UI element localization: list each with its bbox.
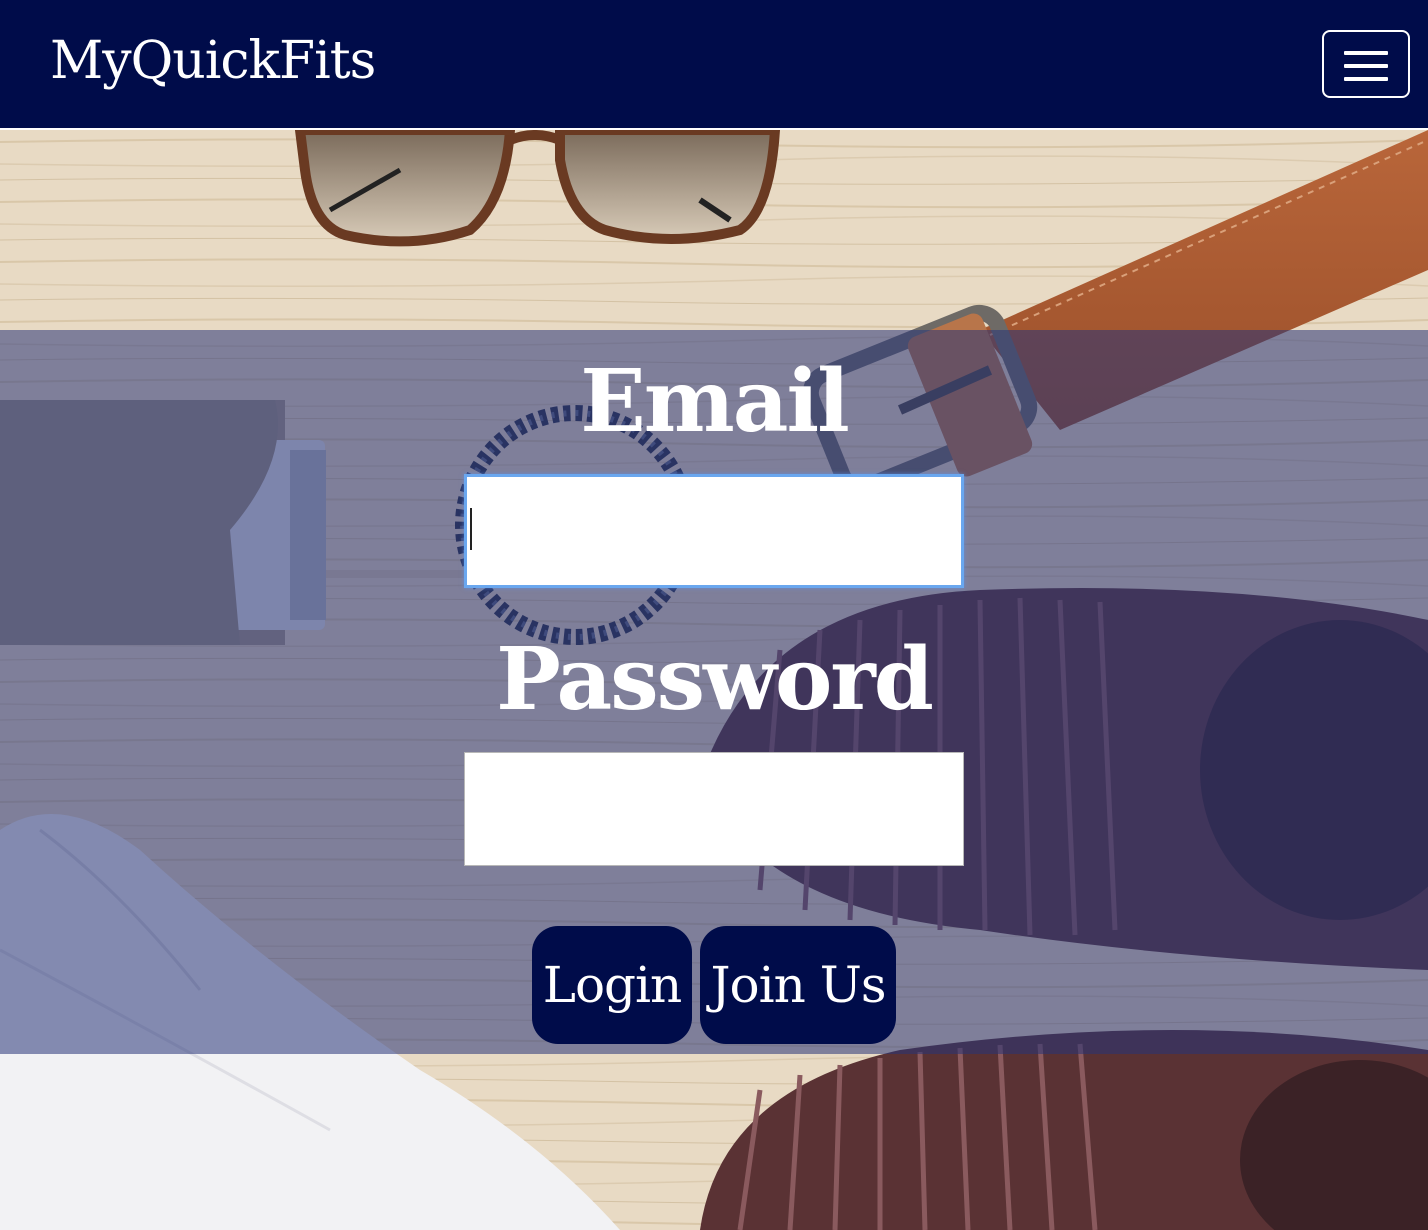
top-navbar: MyQuickFits — [0, 0, 1428, 130]
hamburger-menu-icon — [1344, 51, 1388, 81]
join-us-button[interactable]: Join Us — [700, 926, 896, 1044]
brand-logo-link[interactable]: MyQuickFits — [50, 30, 376, 92]
text-cursor — [470, 508, 472, 550]
menu-toggle-button[interactable] — [1322, 30, 1410, 98]
email-field[interactable] — [464, 474, 964, 588]
login-panel: Email Password Login Join Us — [0, 330, 1428, 1054]
login-button[interactable]: Login — [532, 926, 692, 1044]
password-label: Password — [496, 629, 934, 730]
email-label: Email — [580, 351, 850, 452]
password-field[interactable] — [464, 752, 964, 866]
